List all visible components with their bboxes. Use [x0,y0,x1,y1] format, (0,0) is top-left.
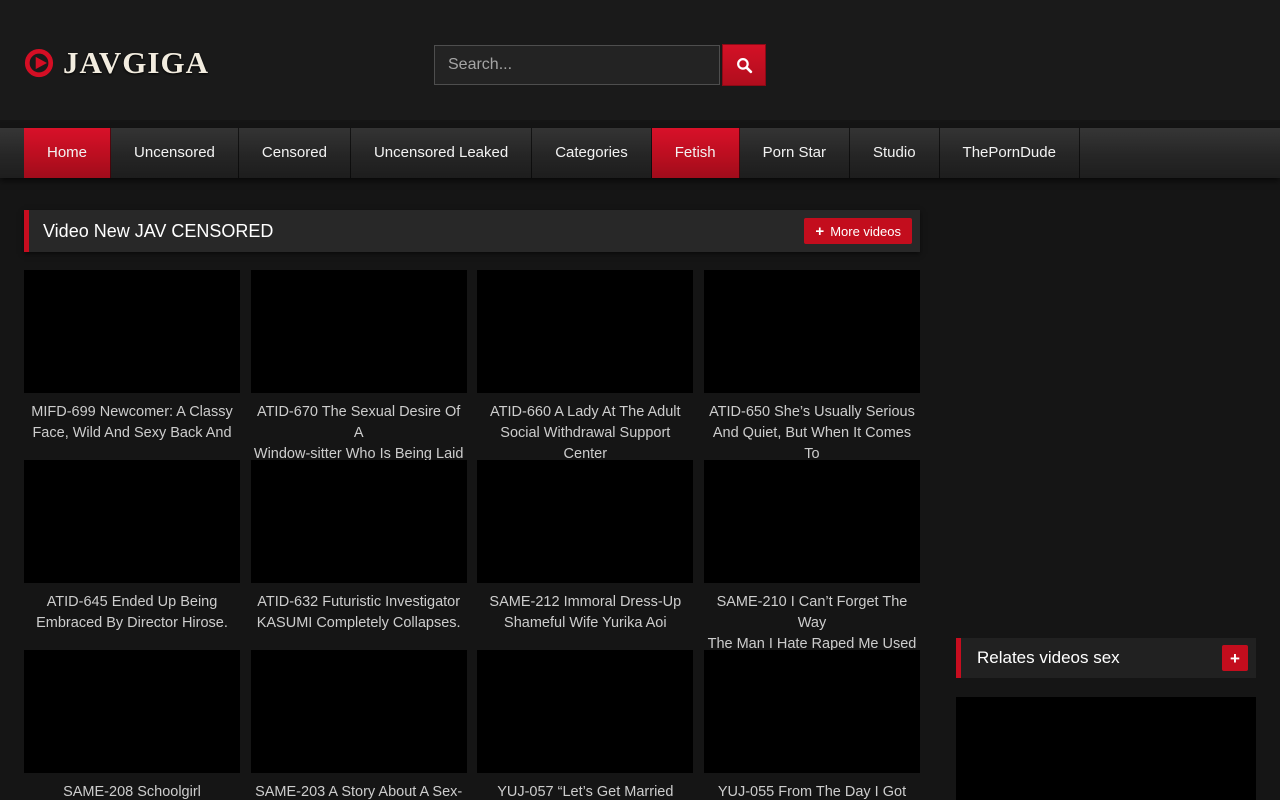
search-input[interactable] [434,45,720,85]
plus-icon: + [815,224,824,239]
video-card: SAME-212 Immoral Dress-Up Shameful Wife … [477,460,693,650]
video-title[interactable]: ATID-660 A Lady At The Adult Social With… [477,402,693,465]
video-thumbnail[interactable] [704,460,920,583]
sidebar-expand-button[interactable]: + [1222,645,1248,671]
nav-item-home[interactable]: Home [24,128,111,178]
search-icon [735,56,754,75]
site-header: JAVGIGA [0,0,1280,120]
video-thumbnail[interactable] [24,270,240,393]
sidebar-video-thumbnail[interactable] [956,697,1256,800]
video-card: YUJ-057 “Let’s Get Married When [477,650,693,800]
nav-item-fetish[interactable]: Fetish [652,128,740,178]
plus-icon: + [1230,650,1240,667]
video-title[interactable]: ATID-670 The Sexual Desire Of A Window-s… [251,402,467,465]
video-title[interactable]: MIFD-699 Newcomer: A Classy Face, Wild A… [24,402,240,444]
video-thumbnail[interactable] [251,460,467,583]
video-title[interactable]: ATID-632 Futuristic Investigator KASUMI … [251,592,467,634]
main-nav: Home Uncensored Censored Uncensored Leak… [0,128,1280,178]
video-title[interactable]: SAME-208 Schoolgirl Confinement [24,782,240,800]
more-videos-label: More videos [830,224,901,239]
play-icon [24,48,54,78]
video-card: SAME-210 I Can’t Forget The Way The Man … [704,460,920,650]
video-card: ATID-645 Ended Up Being Embraced By Dire… [24,460,240,650]
video-card: ATID-632 Futuristic Investigator KASUMI … [251,460,467,650]
video-thumbnail[interactable] [704,650,920,773]
video-title[interactable]: YUJ-055 From The Day I Got [704,782,920,800]
video-thumbnail[interactable] [477,460,693,583]
section-title: Video New JAV CENSORED [29,210,920,252]
nav-item-uncensored-leaked[interactable]: Uncensored Leaked [351,128,532,178]
video-title[interactable]: ATID-650 She’s Usually Serious And Quiet… [704,402,920,465]
video-card: SAME-203 A Story About A Sex- [251,650,467,800]
nav-item-studio[interactable]: Studio [850,128,940,178]
video-title[interactable]: YUJ-057 “Let’s Get Married When [477,782,693,800]
more-videos-button[interactable]: + More videos [804,218,912,244]
nav-item-uncensored[interactable]: Uncensored [111,128,239,178]
video-card: YUJ-055 From The Day I Got [704,650,920,800]
nav-item-categories[interactable]: Categories [532,128,652,178]
video-card: SAME-208 Schoolgirl Confinement [24,650,240,800]
nav-item-censored[interactable]: Censored [239,128,351,178]
video-title[interactable]: SAME-203 A Story About A Sex- [251,782,467,800]
logo-text: JAVGIGA [63,45,209,81]
section-header: Video New JAV CENSORED + More videos [24,210,920,252]
sidebar-title: Relates videos sex [961,638,1256,678]
video-thumbnail[interactable] [477,650,693,773]
nav-item-theporndude[interactable]: ThePornDude [940,128,1080,178]
video-card: MIFD-699 Newcomer: A Classy Face, Wild A… [24,270,240,460]
video-grid: MIFD-699 Newcomer: A Classy Face, Wild A… [24,270,920,800]
search-form [434,44,766,86]
video-card: ATID-670 The Sexual Desire Of A Window-s… [251,270,467,460]
site-logo[interactable]: JAVGIGA [24,45,209,81]
video-thumbnail[interactable] [251,650,467,773]
video-thumbnail[interactable] [704,270,920,393]
video-thumbnail[interactable] [251,270,467,393]
video-thumbnail[interactable] [24,460,240,583]
video-title[interactable]: SAME-212 Immoral Dress-Up Shameful Wife … [477,592,693,634]
video-thumbnail[interactable] [24,650,240,773]
sidebar-header: Relates videos sex + [956,638,1256,678]
nav-item-porn-star[interactable]: Porn Star [740,128,850,178]
search-button[interactable] [722,44,766,86]
video-card: ATID-660 A Lady At The Adult Social With… [477,270,693,460]
video-thumbnail[interactable] [477,270,693,393]
video-title[interactable]: SAME-210 I Can’t Forget The Way The Man … [704,592,920,655]
video-card: ATID-650 She’s Usually Serious And Quiet… [704,270,920,460]
video-title[interactable]: ATID-645 Ended Up Being Embraced By Dire… [24,592,240,634]
